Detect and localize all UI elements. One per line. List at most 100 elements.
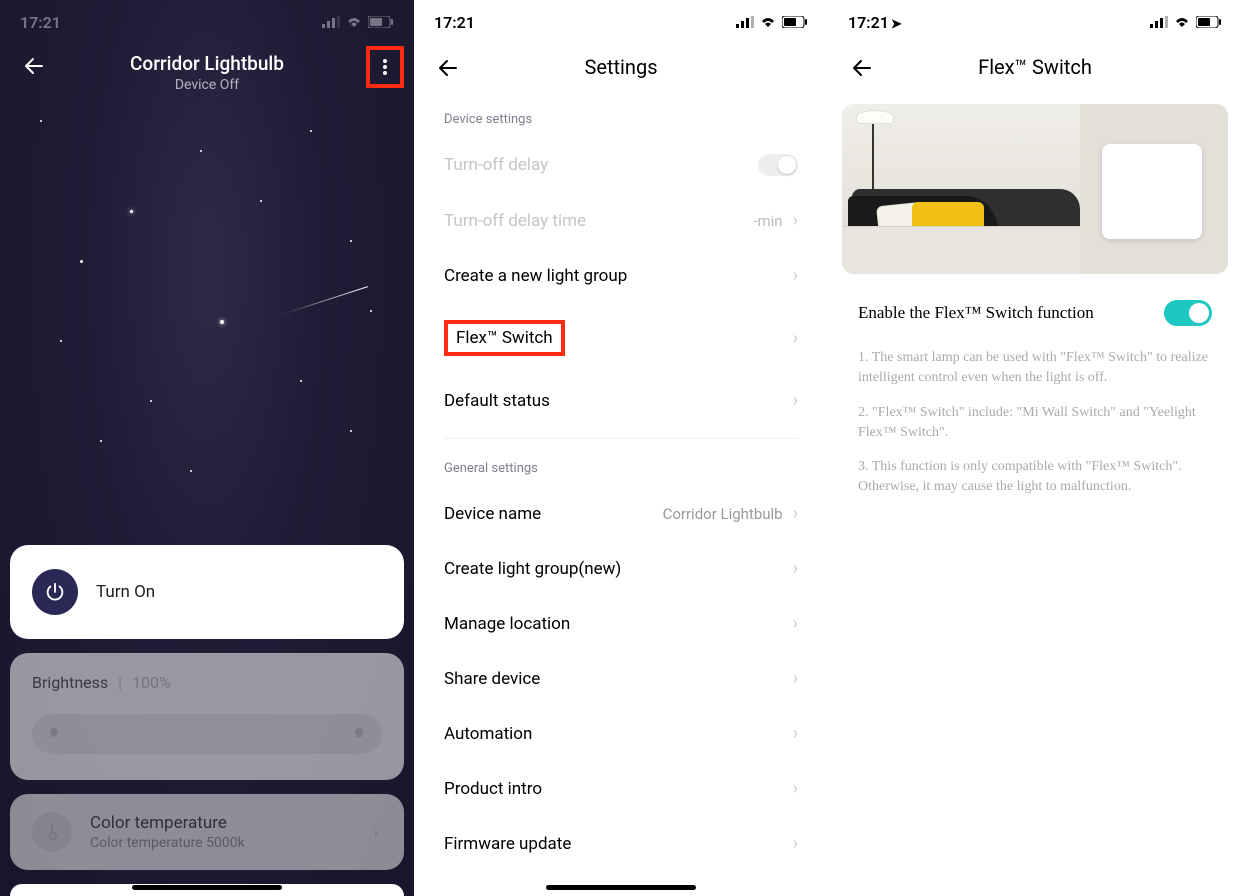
row-label: Device name xyxy=(444,504,541,524)
bulb-dim-icon xyxy=(46,726,62,742)
enable-label: Enable the Flex™ Switch function xyxy=(858,303,1094,323)
separator: | xyxy=(118,673,122,692)
status-bar: 17:21➤ xyxy=(828,0,1242,44)
status-icons xyxy=(736,16,808,28)
chevron-right-icon: › xyxy=(793,723,798,744)
back-button[interactable] xyxy=(436,56,460,84)
status-bar: 17:21 xyxy=(414,0,828,44)
row-default-status[interactable]: Default status › xyxy=(414,373,828,428)
chevron-right-icon: › xyxy=(793,668,798,689)
turn-on-card[interactable]: Turn On xyxy=(10,545,404,639)
status-bar: 17:21 xyxy=(0,0,414,44)
row-label: Automation xyxy=(444,724,532,744)
home-indicator[interactable] xyxy=(132,885,282,890)
device-status: Device Off xyxy=(0,77,414,93)
signal-icon xyxy=(322,16,340,28)
more-vertical-icon xyxy=(383,57,387,77)
battery-icon xyxy=(368,16,394,28)
color-temp-icon-circle xyxy=(32,812,72,852)
arrow-left-icon xyxy=(22,54,46,78)
settings-header: Settings xyxy=(414,44,828,90)
chevron-right-icon: › xyxy=(793,390,798,411)
row-firmware-update[interactable]: Firmware update › xyxy=(414,816,828,871)
toggle-flex-switch[interactable] xyxy=(1164,300,1212,326)
chevron-right-icon: › xyxy=(793,613,798,634)
row-label: Manage location xyxy=(444,614,570,634)
signal-icon xyxy=(1150,16,1168,28)
row-label: Turn-off delay time xyxy=(444,211,586,231)
note-2: 2. "Flex™ Switch" include: "Mi Wall Swit… xyxy=(828,399,1242,454)
home-indicator[interactable] xyxy=(546,885,696,890)
row-label: Default status xyxy=(444,391,550,411)
row-turn-off-delay-time[interactable]: Turn-off delay time -min › xyxy=(414,193,828,248)
note-1: 1. The smart lamp can be used with "Flex… xyxy=(828,344,1242,399)
row-label: Flex™ Switch xyxy=(456,328,553,348)
note-3: 3. This function is only compatible with… xyxy=(828,453,1242,508)
chevron-right-icon: › xyxy=(793,265,798,286)
chevron-right-icon: › xyxy=(793,210,798,231)
chevron-right-icon: › xyxy=(793,833,798,854)
row-create-light-group[interactable]: Create a new light group › xyxy=(414,248,828,303)
location-icon: ➤ xyxy=(891,17,902,32)
row-flex-switch[interactable]: Flex™ Switch › xyxy=(414,303,828,373)
back-button[interactable] xyxy=(22,54,46,82)
row-automation[interactable]: Automation › xyxy=(414,706,828,761)
power-button[interactable] xyxy=(32,569,78,615)
thermometer-icon xyxy=(42,822,62,842)
settings-screen: 17:21 Settings Device settings Turn-off … xyxy=(414,0,828,896)
settings-title: Settings xyxy=(584,55,657,79)
more-menu-button[interactable] xyxy=(366,46,404,88)
brightness-value: 100% xyxy=(132,673,171,692)
flex-switch-title: Flex™ Switch xyxy=(978,55,1092,79)
flex-switch-header: Flex™ Switch xyxy=(828,44,1242,90)
row-label: Share device xyxy=(444,669,540,689)
device-control-screen: 17:21 Corridor Lightbulb Device Off Turn… xyxy=(0,0,414,896)
chevron-right-icon: › xyxy=(793,558,798,579)
bulb-bright-icon xyxy=(350,725,368,743)
brightness-slider[interactable] xyxy=(32,714,382,754)
turn-on-label: Turn On xyxy=(96,582,155,602)
enable-flex-switch-row: Enable the Flex™ Switch function xyxy=(828,292,1242,344)
row-label: Firmware update xyxy=(444,834,571,854)
status-time: 17:21 xyxy=(20,13,61,32)
battery-icon xyxy=(782,16,808,28)
back-button[interactable] xyxy=(850,56,874,84)
row-label: Create a new light group xyxy=(444,266,627,286)
section-general-settings: General settings xyxy=(414,439,828,486)
row-label: Turn-off delay xyxy=(444,155,548,175)
row-value: -min xyxy=(753,212,782,230)
row-manage-location[interactable]: Manage location › xyxy=(414,596,828,651)
row-product-intro[interactable]: Product intro › xyxy=(414,761,828,816)
color-temp-value: Color temperature 5000k xyxy=(90,835,245,851)
arrow-left-icon xyxy=(850,56,874,80)
arrow-left-icon xyxy=(436,56,460,80)
chevron-right-icon: › xyxy=(793,328,798,349)
brightness-card: Brightness | 100% xyxy=(10,653,404,780)
status-time: 17:21➤ xyxy=(848,13,902,32)
row-label: Create light group(new) xyxy=(444,559,621,579)
highlight-box: Flex™ Switch xyxy=(444,320,565,356)
section-device-settings: Device settings xyxy=(414,90,828,137)
chevron-right-icon: › xyxy=(793,778,798,799)
wifi-icon xyxy=(1173,16,1191,28)
wall-switch-illustration xyxy=(1102,144,1202,239)
status-icons xyxy=(322,16,394,28)
row-create-light-group-new[interactable]: Create light group(new) › xyxy=(414,541,828,596)
control-cards: Turn On Brightness | 100% Color temperat… xyxy=(0,545,414,896)
illustration-image xyxy=(842,104,1228,274)
status-icons xyxy=(1150,16,1222,28)
toggle-turn-off-delay[interactable] xyxy=(758,154,798,176)
signal-icon xyxy=(736,16,754,28)
row-turn-off-delay[interactable]: Turn-off delay xyxy=(414,137,828,193)
row-device-name[interactable]: Device name Corridor Lightbulb › xyxy=(414,486,828,541)
status-time: 17:21 xyxy=(434,13,475,32)
wifi-icon xyxy=(345,16,363,28)
power-icon xyxy=(44,581,66,603)
row-share-device[interactable]: Share device › xyxy=(414,651,828,706)
color-temp-title: Color temperature xyxy=(90,813,245,833)
color-temperature-card[interactable]: Color temperature Color temperature 5000… xyxy=(10,794,404,870)
brightness-label: Brightness xyxy=(32,673,108,692)
battery-icon xyxy=(1196,16,1222,28)
chevron-right-icon: › xyxy=(793,503,798,524)
flex-switch-screen: 17:21➤ Flex™ Switch Enab xyxy=(828,0,1242,896)
